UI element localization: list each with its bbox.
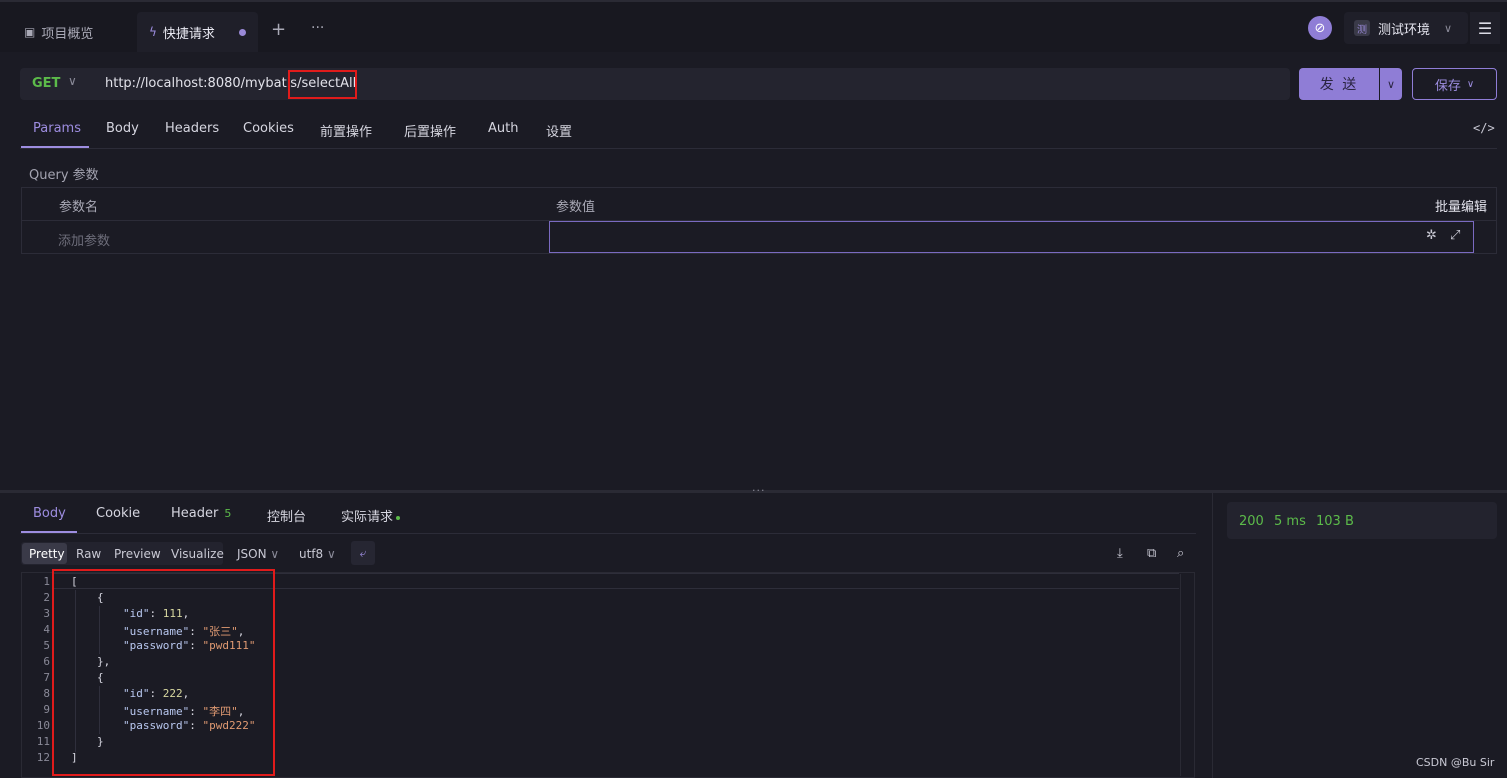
copy-icon[interactable]: ⧉ <box>1147 546 1156 561</box>
tab-params[interactable]: Params <box>33 121 81 136</box>
send-button[interactable]: 发 送 <box>1299 68 1379 100</box>
more-tabs-button[interactable]: ··· <box>311 20 324 36</box>
tab-pre-actions[interactable]: 前置操作 <box>320 121 372 140</box>
encoding-select[interactable]: utf8 ∨ <box>299 547 336 561</box>
tab-cookies[interactable]: Cookies <box>243 121 294 136</box>
line-number: 3 <box>43 607 50 620</box>
line-number: 1 <box>43 575 50 588</box>
download-icon[interactable]: ⤓ <box>1117 546 1123 561</box>
save-button[interactable]: 保存 ∨ <box>1412 68 1497 100</box>
param-value-input[interactable] <box>549 221 1474 253</box>
tab-project-overview[interactable]: ▣ 项目概览 <box>24 12 93 52</box>
chevron-down-icon: ∨ <box>1444 21 1453 35</box>
line-number: 10 <box>36 719 50 732</box>
code-icon[interactable]: </> <box>1473 121 1495 135</box>
chevron-down-icon: ∨ <box>68 74 77 88</box>
tab-auth[interactable]: Auth <box>488 121 518 136</box>
lightning-icon: ϟ <box>149 25 157 39</box>
line-number: 12 <box>36 751 50 764</box>
chevron-down-icon: ∨ <box>327 547 336 561</box>
watermark: CSDN @Bu Sir <box>1416 756 1495 769</box>
tab-post-actions[interactable]: 后置操作 <box>404 121 456 140</box>
tab-console[interactable]: 控制台 <box>267 506 306 525</box>
tab-response-cookie[interactable]: Cookie <box>96 506 140 521</box>
bulk-edit-button[interactable]: 批量编辑 <box>1435 196 1487 215</box>
column-header-name: 参数名 <box>59 200 99 215</box>
column-header-value: 参数值 <box>556 200 596 215</box>
format-preview[interactable]: Preview <box>114 547 161 561</box>
send-dropdown-button[interactable]: ∨ <box>1380 68 1402 100</box>
query-params-title: Query 参数 <box>29 168 99 183</box>
tab-headers[interactable]: Headers <box>165 121 219 136</box>
tab-label: 项目概览 <box>41 26 94 42</box>
line-number: 2 <box>43 591 50 604</box>
add-param-input[interactable]: 添加参数 <box>58 230 110 249</box>
overview-icon: ▣ <box>24 25 36 39</box>
select-label: JSON <box>237 547 267 561</box>
env-status-icon[interactable]: ⊘ <box>1308 16 1332 40</box>
divider <box>20 533 1196 534</box>
tab-label: 实际请求 <box>341 510 394 525</box>
search-icon[interactable]: ⌕ <box>1177 546 1184 561</box>
format-visualize[interactable]: Visualize <box>171 547 224 561</box>
format-pretty[interactable]: Pretty <box>29 547 65 561</box>
header-count-badge: 5 <box>224 507 232 520</box>
annotation-highlight-box <box>288 70 357 99</box>
environment-name: 测试环境 <box>1378 22 1431 38</box>
tab-quick-request[interactable]: ϟ 快捷请求 <box>137 12 258 52</box>
menu-icon[interactable]: ☰ <box>1470 12 1500 44</box>
environment-select[interactable]: 测 测试环境 ∨ <box>1344 12 1468 44</box>
tab-actual-request[interactable]: 实际请求 <box>341 506 401 525</box>
chevron-down-icon: ∨ <box>270 547 280 561</box>
status-code: 200 <box>1239 514 1264 529</box>
environment-icon: 测 <box>1354 20 1370 36</box>
line-number: 11 <box>36 735 50 748</box>
tab-response-header[interactable]: Header 5 <box>171 506 231 521</box>
chevron-down-icon: ∨ <box>1466 78 1475 90</box>
divider <box>20 148 1497 149</box>
add-tab-button[interactable]: + <box>271 19 286 40</box>
scrollbar[interactable] <box>1180 574 1193 776</box>
line-number: 7 <box>43 671 50 684</box>
annotation-highlight-box <box>52 569 275 776</box>
magic-wand-icon[interactable]: ✲ <box>1426 228 1437 243</box>
line-number: 4 <box>43 623 50 636</box>
save-label: 保存 <box>1434 78 1461 94</box>
method-select[interactable]: GET <box>32 76 60 91</box>
response-time: 5 ms <box>1274 514 1306 529</box>
tab-label: Header <box>171 506 219 521</box>
tab-body[interactable]: Body <box>106 121 139 136</box>
tab-response-body[interactable]: Body <box>33 506 66 521</box>
word-wrap-icon[interactable]: ⤶ <box>351 541 375 565</box>
line-number: 8 <box>43 687 50 700</box>
tab-label: 快捷请求 <box>162 26 215 42</box>
request-panel <box>6 52 1507 490</box>
unsaved-dot-icon <box>238 28 246 36</box>
status-summary <box>1227 502 1497 539</box>
response-size: 103 B <box>1316 514 1354 529</box>
line-number: 6 <box>43 655 50 668</box>
format-raw[interactable]: Raw <box>76 547 101 561</box>
tab-settings[interactable]: 设置 <box>546 121 572 140</box>
line-number: 5 <box>43 639 50 652</box>
line-number: 9 <box>43 703 50 716</box>
expand-icon[interactable]: ⤢ <box>1450 228 1460 243</box>
status-dot-icon <box>396 515 401 520</box>
select-label: utf8 <box>299 547 324 561</box>
content-type-select[interactable]: JSON ∨ <box>237 547 279 561</box>
